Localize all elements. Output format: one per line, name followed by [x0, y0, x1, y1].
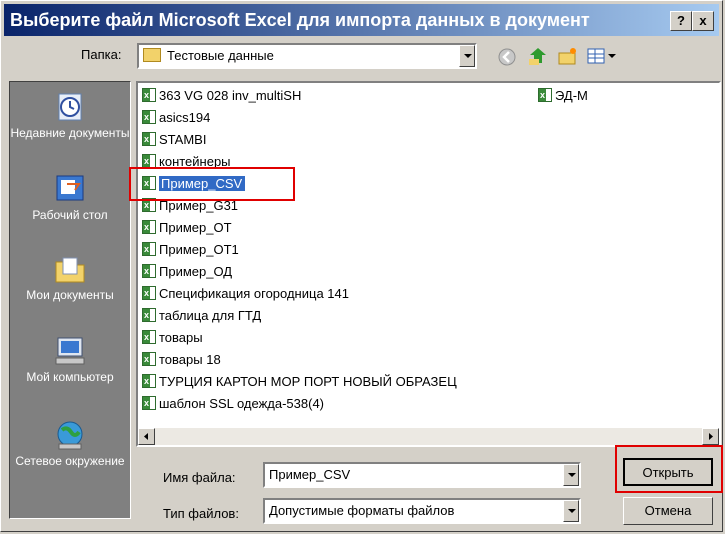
list-item[interactable]: Пример_ОТ	[142, 218, 232, 237]
list-item[interactable]: Пример_ОТ1	[142, 240, 239, 259]
recent-documents-icon	[58, 93, 82, 121]
place-recent[interactable]: Недавние документы	[10, 90, 130, 141]
new-folder-icon[interactable]	[557, 45, 579, 67]
excel-file-icon	[142, 196, 156, 214]
title-bar: Выберите файл Microsoft Excel для импорт…	[4, 4, 719, 36]
list-item-selected[interactable]: Пример_CSV	[142, 174, 246, 193]
excel-file-icon	[142, 284, 156, 302]
up-folder-icon[interactable]	[527, 45, 549, 67]
list-item[interactable]: таблица для ГТД	[142, 306, 261, 325]
excel-file-icon	[142, 130, 156, 148]
excel-file-icon	[142, 372, 156, 390]
list-item[interactable]: Пример_G31	[142, 196, 238, 215]
filetype-select[interactable]: Допустимые форматы файлов	[263, 498, 581, 524]
cancel-button[interactable]: Отмена	[623, 497, 713, 525]
filetype-label: Тип файлов:	[163, 506, 239, 521]
place-label: Сетевое окружение	[15, 454, 125, 468]
list-item[interactable]: товары 18	[142, 350, 221, 369]
excel-file-icon	[142, 174, 156, 192]
back-icon[interactable]	[497, 47, 517, 67]
excel-file-icon	[142, 350, 156, 368]
filename-label: Имя файла:	[163, 470, 236, 485]
place-label: Недавние документы	[10, 126, 130, 140]
excel-file-icon	[142, 394, 156, 412]
folder-select[interactable]: Тестовые данные	[137, 43, 477, 69]
excel-file-icon	[142, 240, 156, 258]
list-item[interactable]: STAMBI	[142, 130, 206, 149]
close-button[interactable]: x	[692, 11, 714, 31]
dialog-title: Выберите файл Microsoft Excel для импорт…	[10, 10, 590, 30]
file-list[interactable]: 363 VG 028 inv_multiSH asics194 STAMBI к…	[136, 81, 721, 447]
place-my-computer[interactable]: Мой компьютер	[10, 334, 130, 385]
excel-file-icon	[538, 86, 552, 104]
list-item[interactable]: 363 VG 028 inv_multiSH	[142, 86, 301, 105]
chevron-right-icon	[709, 433, 713, 440]
place-label: Мои документы	[26, 288, 114, 302]
excel-file-icon	[142, 328, 156, 346]
place-desktop[interactable]: Рабочий стол	[10, 172, 130, 223]
horizontal-scrollbar[interactable]	[138, 428, 719, 445]
open-button[interactable]: Открыть	[623, 458, 713, 486]
list-item[interactable]: товары	[142, 328, 203, 347]
folder-label: Папка:	[81, 47, 122, 62]
scroll-right-button[interactable]	[702, 428, 719, 445]
place-label: Мой компьютер	[26, 370, 114, 384]
help-button[interactable]: ?	[670, 11, 692, 31]
filename-input[interactable]: Пример_CSV	[263, 462, 581, 488]
list-item[interactable]: Спецификация огородница 141	[142, 284, 349, 303]
view-menu-icon[interactable]	[587, 45, 621, 67]
excel-file-icon	[142, 108, 156, 126]
place-network[interactable]: Сетевое окружение	[10, 418, 130, 469]
folder-value: Тестовые данные	[167, 48, 274, 63]
excel-file-icon	[142, 218, 156, 236]
excel-file-icon	[142, 262, 156, 280]
chevron-down-icon[interactable]	[459, 45, 475, 67]
list-item[interactable]: ЭД-М	[538, 86, 588, 105]
place-label: Рабочий стол	[32, 208, 108, 222]
filetype-value: Допустимые форматы файлов	[269, 503, 455, 518]
excel-file-icon	[142, 152, 156, 170]
folder-icon	[143, 48, 161, 62]
excel-file-icon	[142, 86, 156, 104]
list-item[interactable]: ТУРЦИЯ КАРТОН МОР ПОРТ НОВЫЙ ОБРАЗЕЦ	[142, 372, 457, 391]
list-item[interactable]: asics194	[142, 108, 210, 127]
scroll-left-button[interactable]	[138, 428, 155, 445]
chevron-left-icon	[144, 433, 148, 440]
list-item[interactable]: Пример_ОД	[142, 262, 232, 281]
network-icon	[57, 421, 83, 450]
filename-value: Пример_CSV	[269, 467, 351, 482]
place-my-documents[interactable]: Мои документы	[10, 252, 130, 303]
places-bar: Недавние документы Рабочий стол Мои доку…	[9, 81, 131, 519]
excel-file-icon	[142, 306, 156, 324]
list-item[interactable]: шаблон SSL одежда-538(4)	[142, 394, 324, 413]
chevron-down-icon[interactable]	[563, 500, 579, 522]
my-documents-icon	[55, 257, 85, 283]
chevron-down-icon[interactable]	[563, 464, 579, 486]
desktop-icon	[56, 175, 84, 201]
my-computer-icon	[55, 337, 85, 365]
file-open-dialog: Выберите файл Microsoft Excel для импорт…	[0, 0, 723, 532]
list-item[interactable]: контейнеры	[142, 152, 231, 171]
